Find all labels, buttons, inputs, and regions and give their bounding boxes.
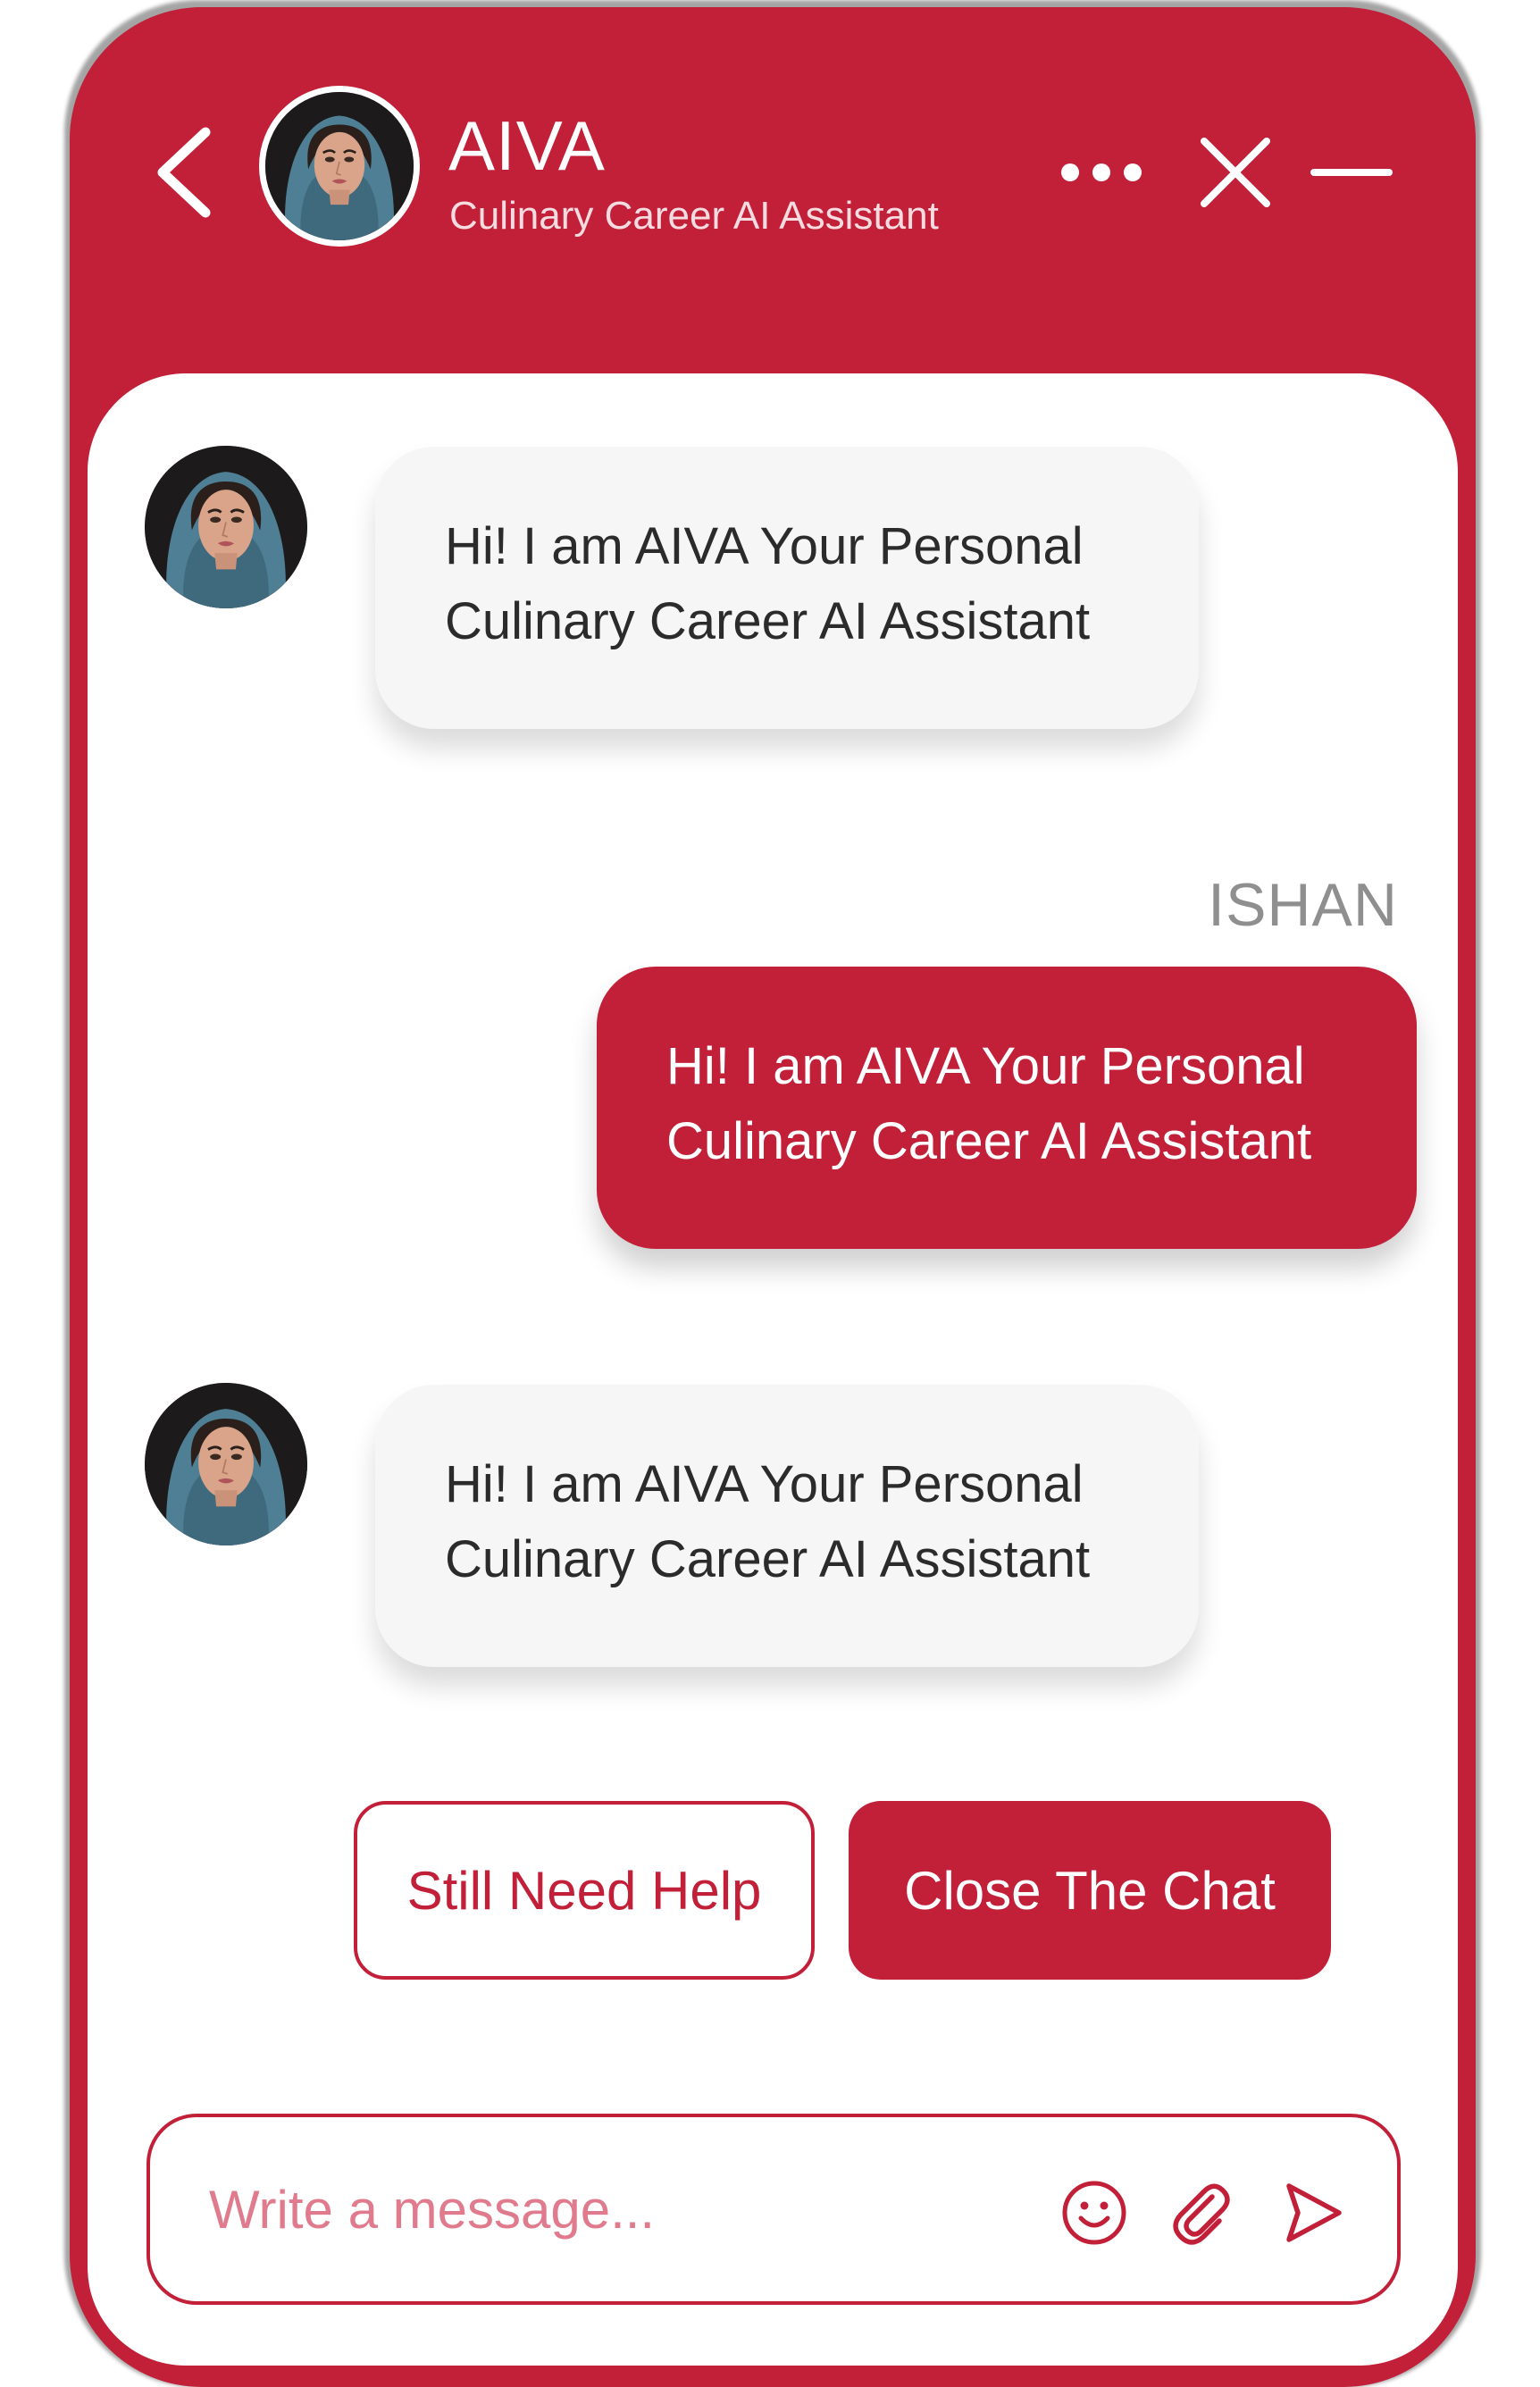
chat-panel: Hi! I am AIVA Your Personal Culinary Car… — [88, 373, 1458, 2366]
more-horizontal-icon — [1061, 163, 1142, 181]
send-icon — [1286, 2183, 1342, 2242]
smiley-icon — [1062, 2181, 1126, 2245]
message-input[interactable] — [209, 2160, 995, 2258]
message-composer — [146, 2114, 1401, 2305]
minimize-button[interactable] — [1302, 141, 1401, 204]
still-need-help-button[interactable]: Still Need Help — [354, 1801, 815, 1980]
assistant-name: AIVA — [448, 106, 606, 185]
attach-button[interactable] — [1161, 2173, 1242, 2253]
emoji-button[interactable] — [1054, 2173, 1134, 2253]
send-button[interactable] — [1272, 2173, 1352, 2253]
more-options-button[interactable] — [1052, 141, 1151, 204]
user-message-bubble: Hi! I am AIVA Your Personal Culinary Car… — [597, 967, 1417, 1249]
close-button[interactable] — [1186, 123, 1285, 222]
paperclip-icon — [1173, 2183, 1230, 2245]
bot-avatar — [145, 1383, 307, 1545]
bot-message-bubble: Hi! I am AIVA Your Personal Culinary Car… — [375, 447, 1199, 729]
close-icon — [1201, 138, 1270, 207]
chat-widget: AIVA Culinary Career AI Assistant Hi! I … — [70, 7, 1476, 2387]
minimize-icon — [1310, 169, 1393, 176]
chevron-left-icon — [157, 127, 211, 218]
assistant-role: Culinary Career AI Assistant — [449, 194, 939, 238]
sender-name: ISHAN — [1208, 871, 1398, 939]
back-button[interactable] — [141, 114, 230, 230]
header-avatar — [259, 86, 420, 247]
bot-message-bubble: Hi! I am AIVA Your Personal Culinary Car… — [375, 1385, 1199, 1667]
bot-avatar — [145, 446, 307, 608]
close-the-chat-button[interactable]: Close The Chat — [849, 1801, 1331, 1980]
